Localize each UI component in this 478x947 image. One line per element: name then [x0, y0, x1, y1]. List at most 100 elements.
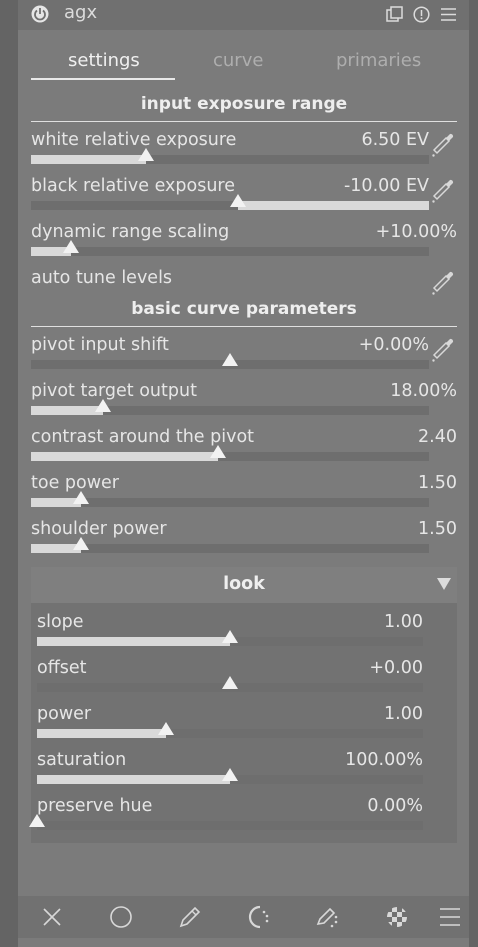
- slider-handle[interactable]: [210, 445, 226, 458]
- auto-tune-levels-label: auto tune levels: [31, 268, 173, 288]
- offset-slider[interactable]: offset +0.00: [37, 656, 423, 696]
- slider-value[interactable]: 1.00: [384, 612, 423, 632]
- slider-track[interactable]: [31, 445, 429, 461]
- power-icon[interactable]: [31, 5, 49, 23]
- slider-track[interactable]: [31, 353, 429, 369]
- right-scrollbar[interactable]: [469, 0, 478, 947]
- contrast-around-pivot-slider[interactable]: contrast around the pivot 2.40: [31, 425, 457, 465]
- color-picker-icon[interactable]: [431, 266, 455, 296]
- slider-track[interactable]: [37, 768, 423, 784]
- checkerboard-icon[interactable]: [384, 904, 410, 930]
- slider-track[interactable]: [31, 491, 429, 507]
- pivot-input-shift-slider[interactable]: pivot input shift +0.00%: [31, 333, 457, 373]
- module-title: agx: [64, 2, 98, 23]
- slider-track[interactable]: [31, 399, 429, 415]
- look-header[interactable]: look: [31, 567, 457, 603]
- circle-icon[interactable]: [108, 904, 134, 930]
- slider-value[interactable]: 100.00%: [345, 750, 423, 770]
- color-picker-icon[interactable]: [431, 128, 455, 158]
- tab-settings[interactable]: settings: [68, 50, 140, 71]
- slider-track[interactable]: [31, 240, 429, 256]
- slider-track[interactable]: [37, 630, 423, 646]
- slider-fill: [31, 155, 146, 164]
- saturation-slider[interactable]: saturation 100.00%: [37, 748, 423, 788]
- reset-icon[interactable]: [413, 6, 430, 23]
- slider-label: pivot input shift: [31, 335, 169, 355]
- tab-curve[interactable]: curve: [213, 50, 263, 71]
- pencil-icon[interactable]: [177, 904, 203, 930]
- slider-fill: [238, 201, 429, 210]
- slider-fill: [37, 775, 230, 784]
- slider-fill: [37, 729, 166, 738]
- slider-handle[interactable]: [158, 722, 174, 735]
- slider-value[interactable]: -10.00 EV: [344, 176, 429, 196]
- multi-instance-icon[interactable]: [386, 6, 403, 23]
- dotted-arc-icon[interactable]: [246, 904, 272, 930]
- slider-value[interactable]: 1.00: [384, 704, 423, 724]
- color-picker-icon[interactable]: [431, 333, 455, 363]
- slider-value[interactable]: 18.00%: [390, 381, 457, 401]
- slider-label: offset: [37, 658, 87, 678]
- slider-handle[interactable]: [222, 676, 238, 689]
- slider-handle[interactable]: [222, 353, 238, 366]
- slider-handle[interactable]: [138, 148, 154, 161]
- slider-handle[interactable]: [222, 630, 238, 643]
- slider-track[interactable]: [31, 194, 429, 210]
- slider-track[interactable]: [37, 676, 423, 692]
- section-basic-curve-parameters: basic curve parameters: [31, 299, 457, 327]
- slider-value[interactable]: 1.50: [418, 473, 457, 493]
- look-section: look slope 1.00 offset +0.00 power 1.00 …: [29, 567, 457, 843]
- slider-value[interactable]: 6.50 EV: [361, 130, 429, 150]
- slider-value[interactable]: +10.00%: [376, 222, 457, 242]
- pivot-target-output-slider[interactable]: pivot target output 18.00%: [31, 379, 457, 419]
- section-input-exposure-range: input exposure range: [31, 94, 457, 122]
- mask-toolbar: [18, 896, 469, 938]
- slider-track[interactable]: [37, 722, 423, 738]
- slider-handle[interactable]: [73, 491, 89, 504]
- close-icon[interactable]: [39, 904, 65, 930]
- slider-label: pivot target output: [31, 381, 197, 401]
- active-tab-indicator: [31, 78, 175, 80]
- tab-primaries[interactable]: primaries: [336, 50, 421, 71]
- slider-handle[interactable]: [73, 537, 89, 550]
- white-relative-exposure-slider[interactable]: white relative exposure 6.50 EV: [31, 128, 457, 168]
- slider-track[interactable]: [31, 537, 429, 553]
- toe-power-slider[interactable]: toe power 1.50: [31, 471, 457, 511]
- dynamic-range-scaling-slider[interactable]: dynamic range scaling +10.00%: [31, 220, 457, 260]
- slider-track[interactable]: [31, 148, 429, 164]
- color-picker-icon[interactable]: [431, 174, 455, 204]
- power-slider[interactable]: power 1.00: [37, 702, 423, 742]
- slider-fill: [31, 452, 218, 461]
- black-relative-exposure-slider[interactable]: black relative exposure -10.00 EV: [31, 174, 457, 214]
- slider-label: slope: [37, 612, 84, 632]
- slider-label: white relative exposure: [31, 130, 237, 150]
- slider-label: shoulder power: [31, 519, 167, 539]
- slider-handle[interactable]: [63, 240, 79, 253]
- slope-slider[interactable]: slope 1.00: [37, 610, 423, 650]
- drawn-mask-icon[interactable]: [315, 904, 341, 930]
- slider-handle[interactable]: [230, 194, 246, 207]
- look-title: look: [223, 574, 265, 594]
- slider-value[interactable]: +0.00: [369, 658, 423, 678]
- slider-label: preserve hue: [37, 796, 153, 816]
- slider-value[interactable]: 1.50: [418, 519, 457, 539]
- slider-label: dynamic range scaling: [31, 222, 230, 242]
- slider-handle[interactable]: [95, 399, 111, 412]
- slider-fill: [31, 406, 103, 415]
- shoulder-power-slider[interactable]: shoulder power 1.50: [31, 517, 457, 557]
- slider-value[interactable]: +0.00%: [359, 335, 429, 355]
- slider-value[interactable]: 0.00%: [367, 796, 423, 816]
- module-header[interactable]: agx: [18, 0, 469, 30]
- slider-value[interactable]: 2.40: [418, 427, 457, 447]
- presets-icon[interactable]: [440, 6, 457, 23]
- slider-handle[interactable]: [29, 814, 45, 827]
- slider-label: power: [37, 704, 92, 724]
- slider-handle[interactable]: [222, 768, 238, 781]
- preserve-hue-slider[interactable]: preserve hue 0.00%: [29, 794, 423, 834]
- slider-track[interactable]: [29, 814, 423, 830]
- left-margin: [0, 0, 18, 947]
- menu-icon[interactable]: [437, 904, 463, 930]
- collapse-triangle-icon[interactable]: [437, 578, 451, 590]
- slider-label: saturation: [37, 750, 127, 770]
- module-tabs: settings curve primaries: [31, 44, 459, 80]
